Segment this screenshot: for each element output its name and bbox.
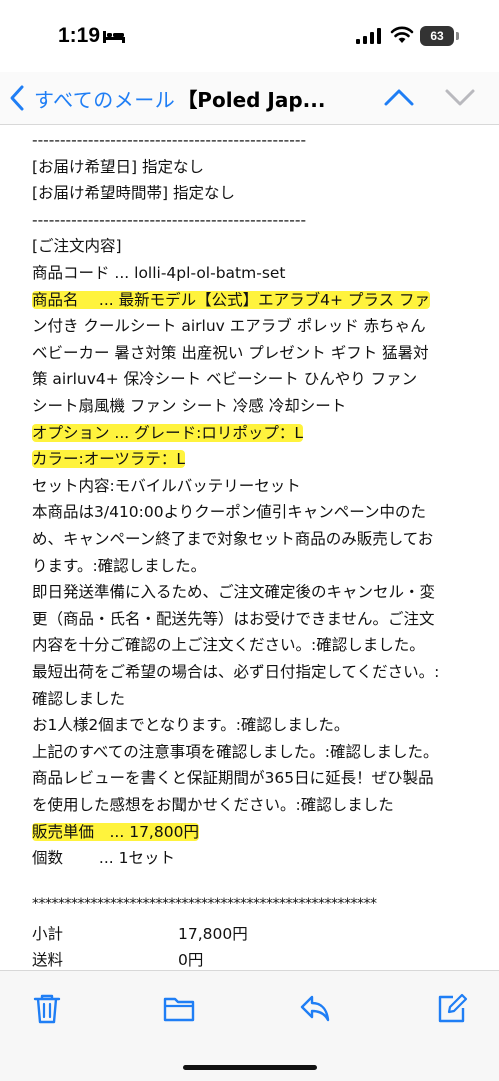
back-to-all-mail-button[interactable]: すべてのメール 【Poled Jap... [8,80,325,116]
line-text: 商品レビューを書くと保証期間が365日に延長！ぜひ製品 [32,769,434,788]
line-text: 商品コード ... lolli-4pl-ol-batm-set [32,264,286,282]
line-text: 上記のすべての注意事項を確認しました。:確認しました。 [32,742,439,761]
email-line: 策 airluv4+ 保冷シート ベビーシート ひんやり ファン [32,366,417,392]
subtotal-row: 小計 17,800円 [32,921,248,947]
email-line: 商品名 ... 最新モデル【公式】エアラブ4+ プラス ファ [32,287,431,313]
line-text: 即日発送準備に入るため、ご注文確定後のキャンセル・変 [32,583,436,602]
shipping-row: 送料 0円 [32,947,203,970]
line-text: 確認しました [32,689,126,708]
shipping-label: 送料 [32,951,64,969]
email-line: 上記のすべての注意事項を確認しました。:確認しました。 [32,739,439,765]
highlighted-text: カラー:オーツラテ：L [32,450,186,469]
line-text: を使用した感想をお聞かせください。:確認しました [32,796,394,814]
line-text: 個数 ... 1セット [32,849,175,868]
line-text: ン付き クールシート airluv エアラブ ポレッド 赤ちゃん [32,317,426,336]
trash-icon[interactable] [30,991,64,1025]
line-text: め、キャンペーン終了まで対象セット商品のみ販売してお [32,530,434,548]
email-line: 本商品は3/410:00よりクーポン値引キャンペーン中のた [32,499,426,525]
mail-nav-bar: すべてのメール 【Poled Jap... [0,72,499,125]
email-body: ----------------------------------------… [32,124,472,970]
line-text: [お届け希望時間帯] 指定なし [32,184,236,203]
line-text: シート扇風機 ファン シート 冷感 冷却シート [32,397,347,415]
line-text: お1人様2個までとなります。:確認しました。 [32,716,350,735]
sleep-focus-icon [103,31,125,43]
clock: 1:19 [58,24,101,47]
email-line: 販売単価 ... 17,800円 [32,819,199,845]
email-line: オプション ... グレード:ロリポップ：L [32,420,303,446]
line-text: 本商品は3/410:00よりクーポン値引キャンペーン中のた [32,503,427,522]
email-line: ります。:確認しました。 [32,553,206,579]
cellular-signal-icon [356,28,381,44]
highlighted-text: 販売単価 ... 17,800円 [32,822,199,841]
email-line: 最短出荷をご希望の場合は、必ず日付指定してください。: [32,659,439,685]
email-line: ベビーカー 暑さ対策 出産祝い プレゼント ギフト 猛暑対 [32,340,429,366]
line-text: 更（商品・氏名・配送先等）はお受けできません。ご注文 [32,609,435,628]
previous-message-icon[interactable] [383,84,415,110]
reply-icon[interactable] [298,991,332,1025]
line-text: ----------------------------------------… [32,210,307,229]
line-text: 内容を十分ご確認の上ご注文ください。:確認しました。 [32,636,425,655]
subtotal-value: 17,800円 [178,925,248,943]
battery-level: 63 [420,26,454,46]
email-line: 商品コード ... lolli-4pl-ol-batm-set [32,260,286,286]
home-indicator [183,1065,317,1070]
shipping-value: 0円 [178,951,204,969]
message-title: 【Poled Jap... [177,87,326,112]
line-text: 策 airluv4+ 保冷シート ベビーシート ひんやり ファン [32,370,418,389]
back-label: すべてのメール [34,87,176,112]
email-line: ン付き クールシート airluv エアラブ ポレッド 赤ちゃん [32,313,426,339]
compose-icon[interactable] [435,991,469,1025]
chevron-left-icon [10,85,24,111]
line-text: [お届け希望日] 指定なし [32,157,205,176]
email-line: お1人様2個までとなります。:確認しました。 [32,712,349,738]
email-line: カラー:オーツラテ：L [32,446,186,472]
email-line: 個数 ... 1セット [32,845,175,871]
line-text: 最短出荷をご希望の場合は、必ず日付指定してください。: [32,663,440,681]
subtotal-label: 小計 [32,925,64,943]
next-message-icon[interactable] [444,84,476,110]
email-line: 確認しました [32,686,125,712]
email-line: ----------------------------------------… [32,127,306,153]
battery-indicator: 63 [420,26,460,46]
email-line: [ご注文内容] [32,233,122,259]
email-line: セット内容:モバイルバッテリーセット [32,473,301,499]
highlighted-text: 商品名 ... 最新モデル【公式】エアラブ4+ プラス ファ [32,290,431,309]
line-text: ベビーカー 暑さ対策 出産祝い プレゼント ギフト 猛暑対 [32,343,429,362]
email-line: [お届け希望日] 指定なし [32,154,204,180]
email-line: め、キャンペーン終了まで対象セット商品のみ販売してお [32,526,433,552]
line-text: [ご注文内容] [32,237,122,256]
line-text: セット内容:モバイルバッテリーセット [32,476,301,495]
email-line: シート扇風機 ファン シート 冷感 冷却シート [32,393,346,419]
email-line: ----------------------------------------… [32,207,306,233]
email-line: 内容を十分ご確認の上ご注文ください。:確認しました。 [32,632,425,658]
line-text: ----------------------------------------… [32,131,307,149]
email-line: を使用した感想をお聞かせください。:確認しました [32,792,394,818]
email-line: 即日発送準備に入るため、ご注文確定後のキャンセル・変 [32,579,435,605]
separator-line: ****************************************… [32,896,377,912]
highlighted-text: オプション ... グレード:ロリポップ：L [32,423,303,442]
battery-cap [456,32,459,40]
email-line: 商品レビューを書くと保証期間が365日に延長！ぜひ製品 [32,765,434,791]
email-line: 更（商品・氏名・配送先等）はお受けできません。ご注文 [32,606,435,632]
email-line: [お届け希望時間帯] 指定なし [32,180,235,206]
wifi-icon [390,26,414,43]
line-text: ります。:確認しました。 [32,556,207,575]
folder-icon[interactable] [162,991,196,1025]
status-bar: 1:19 63 [0,0,499,70]
